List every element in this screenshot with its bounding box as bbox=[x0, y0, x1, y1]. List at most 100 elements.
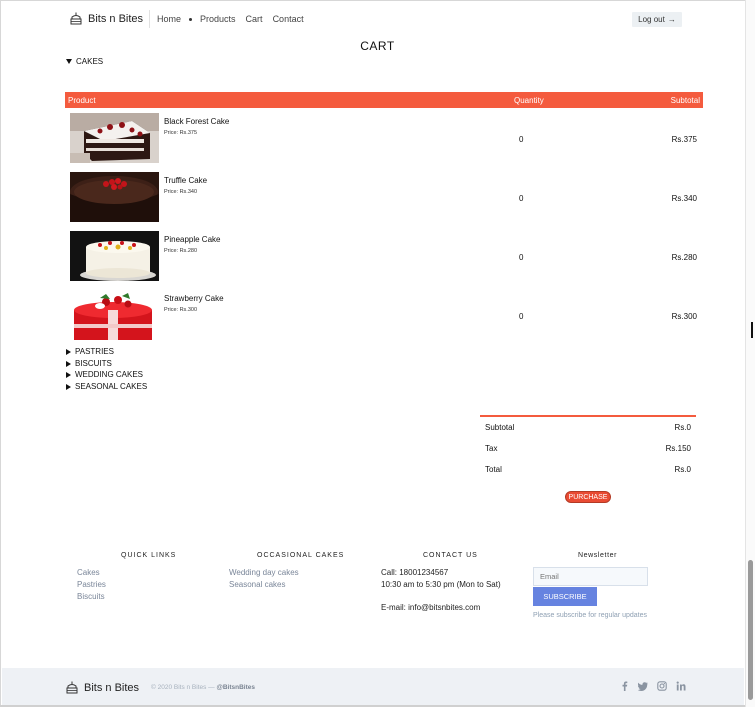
caret-right-icon bbox=[66, 360, 71, 367]
product-price: Price: Rs.375 bbox=[164, 130, 198, 136]
product-name: Black Forest Cake bbox=[164, 117, 230, 126]
scrollbar-thumb[interactable] bbox=[748, 560, 753, 700]
quantity-value[interactable]: 0 bbox=[519, 312, 523, 321]
header-subtotal: Subtotal bbox=[670, 96, 700, 105]
quick-links-heading: QUICK LINKS bbox=[121, 552, 177, 559]
category-toggle-cakes[interactable]: CAKES bbox=[66, 57, 103, 66]
caret-right-icon bbox=[66, 371, 71, 378]
quantity-value[interactable]: 0 bbox=[519, 253, 523, 262]
contact-email: E-mail: info@bitsnbites.com bbox=[381, 603, 481, 612]
category-label: WEDDING CAKES bbox=[75, 370, 144, 379]
category-label: SEASONAL CAKES bbox=[75, 382, 148, 391]
instagram-icon[interactable] bbox=[657, 681, 667, 691]
product-name: Truffle Cake bbox=[164, 176, 208, 185]
brand[interactable]: Bits n Bites bbox=[70, 12, 143, 25]
totals-tax-row: Tax Rs.150 bbox=[485, 444, 691, 453]
table-row: Truffle Cake Price: Rs.340 0 Rs.340 bbox=[69, 172, 703, 224]
footer-link-biscuits[interactable]: Biscuits bbox=[77, 592, 105, 601]
occasional-cakes-heading: OCCASIONAL CAKES bbox=[257, 552, 345, 559]
linkedin-icon[interactable] bbox=[676, 681, 686, 691]
totals-subtotal-row: Subtotal Rs.0 bbox=[485, 423, 691, 432]
copyright-text: © 2020 Bits n Bites — bbox=[151, 684, 215, 691]
category-label: BISCUITS bbox=[75, 359, 112, 368]
window-top-border bbox=[0, 0, 755, 1]
contact-heading: CONTACT US bbox=[423, 552, 478, 559]
social-handle[interactable]: @BitsnBites bbox=[217, 684, 255, 691]
strawberry-cake-image bbox=[70, 290, 159, 340]
total-label: Total bbox=[485, 465, 502, 474]
active-dot bbox=[189, 17, 193, 21]
subtotal-value: Rs.0 bbox=[674, 423, 691, 432]
pineapple-cake-image bbox=[70, 231, 159, 281]
caret-right-icon bbox=[66, 348, 71, 355]
tax-label: Tax bbox=[485, 444, 498, 453]
brand-name: Bits n Bites bbox=[88, 12, 144, 25]
copyright: © 2020 Bits n Bites — @BitsnBites bbox=[151, 684, 255, 691]
product-price: Price: Rs.340 bbox=[164, 189, 198, 195]
contact-phone: Call: 18001234567 bbox=[381, 568, 449, 577]
facebook-icon[interactable] bbox=[620, 681, 629, 691]
category-toggle-biscuits[interactable]: BISCUITS bbox=[66, 359, 112, 368]
footer-brand[interactable]: Bits n Bites bbox=[66, 681, 139, 694]
footer-link-pastries[interactable]: Pastries bbox=[77, 580, 106, 589]
nav-divider bbox=[149, 10, 150, 28]
tax-value: Rs.150 bbox=[665, 444, 691, 453]
caret-down-icon bbox=[66, 59, 72, 64]
cart-totals: Subtotal Rs.0 Tax Rs.150 Total Rs.0 bbox=[480, 415, 696, 474]
subscribe-button[interactable]: SUBSCRIBE bbox=[533, 587, 597, 606]
nav-cart-link[interactable]: Cart bbox=[246, 14, 263, 24]
text-cursor-icon bbox=[751, 322, 753, 338]
totals-accent-line bbox=[480, 415, 696, 417]
total-value: Rs.0 bbox=[674, 465, 691, 474]
newsletter-heading: Newsletter bbox=[578, 552, 618, 559]
social-links bbox=[620, 681, 686, 691]
quantity-value[interactable]: 0 bbox=[519, 135, 523, 144]
category-toggle-pastries[interactable]: PASTRIES bbox=[66, 347, 114, 356]
category-label: PASTRIES bbox=[75, 347, 114, 356]
black-forest-cake-image bbox=[70, 113, 159, 163]
footer-link-wedding-day-cakes[interactable]: Wedding day cakes bbox=[229, 568, 299, 577]
cart-table-header: Product Quantity Subtotal bbox=[65, 92, 703, 108]
cake-logo-icon bbox=[70, 12, 82, 25]
product-price: Price: Rs.300 bbox=[164, 307, 198, 313]
nav-products-link[interactable]: Products bbox=[200, 14, 236, 24]
vertical-scrollbar[interactable] bbox=[745, 0, 755, 707]
row-subtotal: Rs.280 bbox=[671, 253, 697, 262]
newsletter-email-input[interactable] bbox=[533, 567, 648, 586]
caret-right-icon bbox=[66, 383, 71, 390]
category-toggle-seasonal-cakes[interactable]: SEASONAL CAKES bbox=[66, 382, 147, 391]
cake-logo-icon bbox=[66, 681, 78, 694]
totals-total-row: Total Rs.0 bbox=[485, 465, 691, 474]
navbar: Bits n Bites Home Products Cart Contact … bbox=[66, 8, 686, 32]
footer-link-cakes[interactable]: Cakes bbox=[77, 568, 100, 577]
purchase-button[interactable]: PURCHASE bbox=[565, 491, 611, 503]
product-name: Pineapple Cake bbox=[164, 235, 221, 244]
category-toggle-wedding-cakes[interactable]: WEDDING CAKES bbox=[66, 370, 143, 379]
header-product: Product bbox=[68, 96, 96, 105]
contact-hours: 10:30 am to 5:30 pm (Mon to Sat) bbox=[381, 580, 501, 589]
row-subtotal: Rs.340 bbox=[671, 194, 697, 203]
twitter-icon[interactable] bbox=[638, 681, 648, 691]
header-quantity: Quantity bbox=[514, 96, 544, 105]
footer-brand-name: Bits n Bites bbox=[84, 681, 140, 694]
product-price: Price: Rs.280 bbox=[164, 248, 198, 254]
row-subtotal: Rs.300 bbox=[671, 312, 697, 321]
table-row: Black Forest Cake Price: Rs.375 0 Rs.375 bbox=[69, 113, 703, 165]
quantity-value[interactable]: 0 bbox=[519, 194, 523, 203]
arrow-right-icon: → bbox=[667, 15, 676, 24]
page-title: CART bbox=[360, 39, 395, 53]
nav-links: Home Products Cart Contact bbox=[157, 14, 304, 24]
nav-home-link[interactable]: Home bbox=[157, 14, 181, 24]
logout-button[interactable]: Log out → bbox=[632, 12, 682, 27]
footer-link-seasonal-cakes[interactable]: Seasonal cakes bbox=[229, 580, 285, 589]
category-label: CAKES bbox=[76, 57, 104, 66]
table-row: Pineapple Cake Price: Rs.280 0 Rs.280 bbox=[69, 231, 703, 283]
newsletter-note: Please subscribe for regular updates bbox=[533, 612, 648, 619]
subtotal-label: Subtotal bbox=[485, 423, 515, 432]
product-name: Strawberry Cake bbox=[164, 294, 224, 303]
truffle-cake-image bbox=[70, 172, 159, 222]
window-left-border bbox=[0, 0, 1, 707]
logout-label: Log out bbox=[638, 15, 665, 24]
nav-contact-link[interactable]: Contact bbox=[273, 14, 304, 24]
table-row: Strawberry Cake Price: Rs.300 0 Rs.300 bbox=[69, 290, 703, 342]
